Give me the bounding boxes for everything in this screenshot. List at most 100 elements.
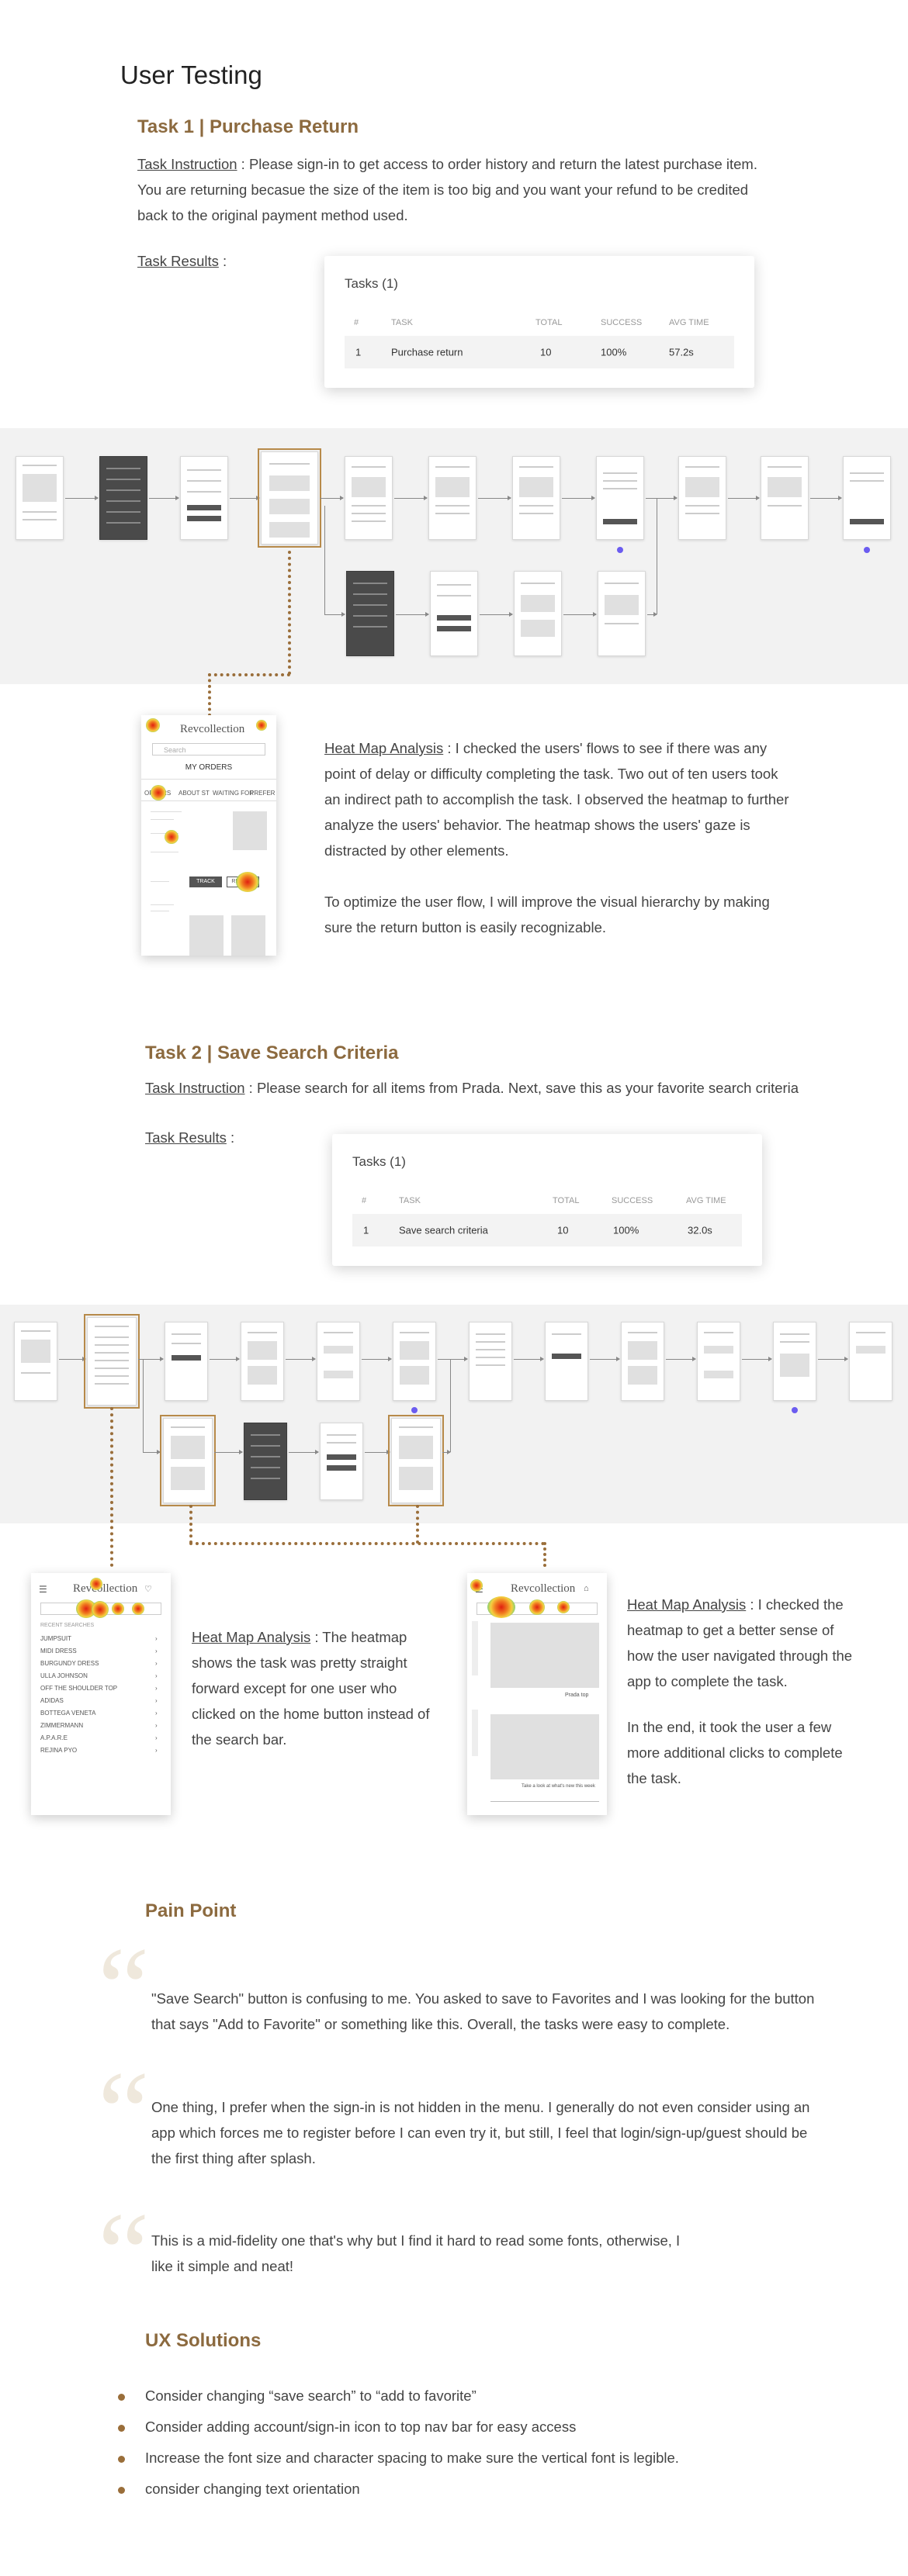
flow-screen bbox=[697, 1322, 740, 1401]
recent-search-item[interactable]: MIDI DRESS bbox=[40, 1648, 77, 1655]
flow-arrow bbox=[810, 496, 842, 500]
task1-user-flow bbox=[0, 428, 908, 684]
flow-arrow bbox=[214, 1450, 243, 1454]
recent-search-item[interactable]: ZIMMERMANN bbox=[40, 1722, 83, 1729]
vertical-label bbox=[472, 1621, 478, 1675]
heatmap-spot bbox=[470, 1579, 483, 1592]
recent-search-item[interactable]: JUMPSUIT bbox=[40, 1635, 71, 1642]
app-logo: Revcollection bbox=[180, 723, 245, 735]
chevron-right-icon: › bbox=[155, 1648, 158, 1655]
heatmap-spot bbox=[92, 1601, 109, 1618]
task2-heatmap-phone-home: ☰ Revcollection ⌂ Prada top Take a look … bbox=[467, 1573, 607, 1815]
solution-item: Increase the font size and character spa… bbox=[145, 2450, 679, 2466]
task1-title: Task 1 | Purchase Return bbox=[137, 116, 359, 137]
cell-total: 10 bbox=[557, 1224, 569, 1236]
search-input[interactable]: Search bbox=[152, 743, 265, 756]
pain-point-title: Pain Point bbox=[145, 1900, 237, 1921]
cell-success: 100% bbox=[613, 1224, 639, 1236]
flow-arrow bbox=[59, 1357, 86, 1361]
bullet-icon bbox=[118, 2425, 125, 2432]
flow-screen bbox=[678, 456, 726, 540]
card-title: Tasks (1) bbox=[345, 276, 398, 291]
flow-screen-signin bbox=[180, 456, 228, 540]
table-row[interactable]: 1 Purchase return 10 100% 57.2s bbox=[345, 336, 734, 368]
task1-results: Task Results : bbox=[137, 248, 227, 274]
cell-avgtime: 57.2s bbox=[669, 346, 694, 358]
flow-arrow bbox=[742, 1357, 772, 1361]
flow-branch-line bbox=[450, 1359, 451, 1452]
caption: Prada top bbox=[565, 1693, 589, 1698]
tab-about[interactable]: ABOUT ST bbox=[178, 790, 210, 797]
product-image bbox=[490, 1714, 599, 1779]
flow-arrow bbox=[514, 1357, 544, 1361]
recent-search-item[interactable]: ULLA JOHNSON bbox=[40, 1672, 88, 1679]
dotted-connector bbox=[189, 1542, 545, 1545]
flow-screen bbox=[469, 1322, 512, 1401]
flow-screen-menu bbox=[244, 1423, 287, 1500]
col-total: TOTAL bbox=[535, 318, 563, 327]
col-total: TOTAL bbox=[553, 1196, 580, 1205]
solution-item: Consider adding account/sign-in icon to … bbox=[145, 2419, 577, 2435]
cell-total: 10 bbox=[540, 346, 552, 358]
heatmap-spot bbox=[487, 1596, 515, 1618]
heatmap-spot bbox=[165, 830, 178, 844]
cell-success: 100% bbox=[601, 346, 627, 358]
flow-arrow bbox=[647, 612, 657, 617]
flow-arrow bbox=[365, 1450, 390, 1454]
dotted-connector bbox=[543, 1542, 546, 1567]
heart-icon[interactable]: ♡ bbox=[144, 1584, 152, 1594]
col-task: TASK bbox=[391, 318, 413, 327]
chevron-right-icon: › bbox=[155, 1710, 158, 1717]
task1-instruction: Task Instruction : Please sign-in to get… bbox=[137, 151, 774, 228]
task2-title: Task 2 | Save Search Criteria bbox=[145, 1043, 399, 1063]
flow-screen-menu bbox=[346, 571, 394, 656]
flow-arrow bbox=[65, 496, 99, 500]
task1-heatmap-conclusion: To optimize the user flow, I will improv… bbox=[324, 894, 770, 935]
ux-solutions-title: UX Solutions bbox=[145, 2330, 262, 2351]
task1-heatmap-phone: Revcollection Search MY ORDERS ORDERS AB… bbox=[141, 715, 276, 956]
recent-search-item[interactable]: A.P.A.R.E bbox=[40, 1734, 68, 1741]
dotted-connector bbox=[208, 673, 211, 717]
flow-arrow bbox=[289, 1450, 319, 1454]
recent-search-item[interactable]: BURGUNDY DRESS bbox=[40, 1660, 99, 1667]
recent-search-item[interactable]: OFF THE SHOULDER TOP bbox=[40, 1685, 117, 1692]
heatmap-spot bbox=[132, 1603, 144, 1615]
flow-screen bbox=[317, 1322, 360, 1401]
flow-arrow bbox=[442, 1450, 451, 1454]
task1-heatmap-analysis: Heat Map Analysis : I checked the users'… bbox=[324, 735, 790, 863]
tab-prefer[interactable]: PREFER bbox=[250, 790, 275, 797]
heatmap-spot bbox=[256, 720, 267, 731]
col-num: # bbox=[362, 1196, 367, 1205]
table-row[interactable]: 1 Save search criteria 10 100% 32.0s bbox=[352, 1214, 742, 1247]
recent-searches-heading: RECENT SEARCHES bbox=[40, 1623, 95, 1628]
tab-waiting[interactable]: WAITING FOR bbox=[213, 790, 254, 797]
chevron-right-icon: › bbox=[155, 1697, 158, 1704]
recent-search-item[interactable]: BOTTEGA VENETA bbox=[40, 1710, 95, 1717]
solution-item: Consider changing “save search” to “add … bbox=[145, 2388, 477, 2404]
track-button[interactable]: TRACK bbox=[189, 877, 222, 887]
quote-2: One thing, I prefer when the sign-in is … bbox=[151, 2099, 810, 2166]
quote-icon: “ bbox=[98, 2048, 150, 2177]
recent-search-item[interactable]: REJINA PYO bbox=[40, 1747, 77, 1754]
heatmap-spot bbox=[146, 718, 160, 732]
flow-arrow bbox=[562, 496, 595, 500]
chevron-right-icon: › bbox=[155, 1672, 158, 1679]
flow-arrow bbox=[149, 496, 179, 500]
flow-screen bbox=[773, 1322, 816, 1401]
heatmap-spot bbox=[112, 1603, 124, 1615]
hamburger-icon[interactable]: ☰ bbox=[39, 1584, 47, 1595]
heatmap-spot bbox=[90, 1578, 102, 1590]
product-image bbox=[233, 811, 267, 850]
chevron-right-icon: › bbox=[155, 1747, 158, 1754]
heatmap-spot bbox=[236, 872, 259, 892]
flow-screen bbox=[512, 456, 560, 540]
flow-screen bbox=[761, 456, 809, 540]
flow-screen bbox=[596, 456, 644, 540]
flow-screen-search bbox=[84, 1314, 140, 1409]
flow-screen-menu bbox=[99, 456, 147, 540]
cell-task: Save search criteria bbox=[399, 1224, 488, 1236]
recent-search-item[interactable]: ADIDAS bbox=[40, 1697, 64, 1704]
flow-screen bbox=[16, 456, 64, 540]
flow-screen bbox=[241, 1322, 284, 1401]
bag-icon[interactable]: ⌂ bbox=[584, 1584, 589, 1593]
